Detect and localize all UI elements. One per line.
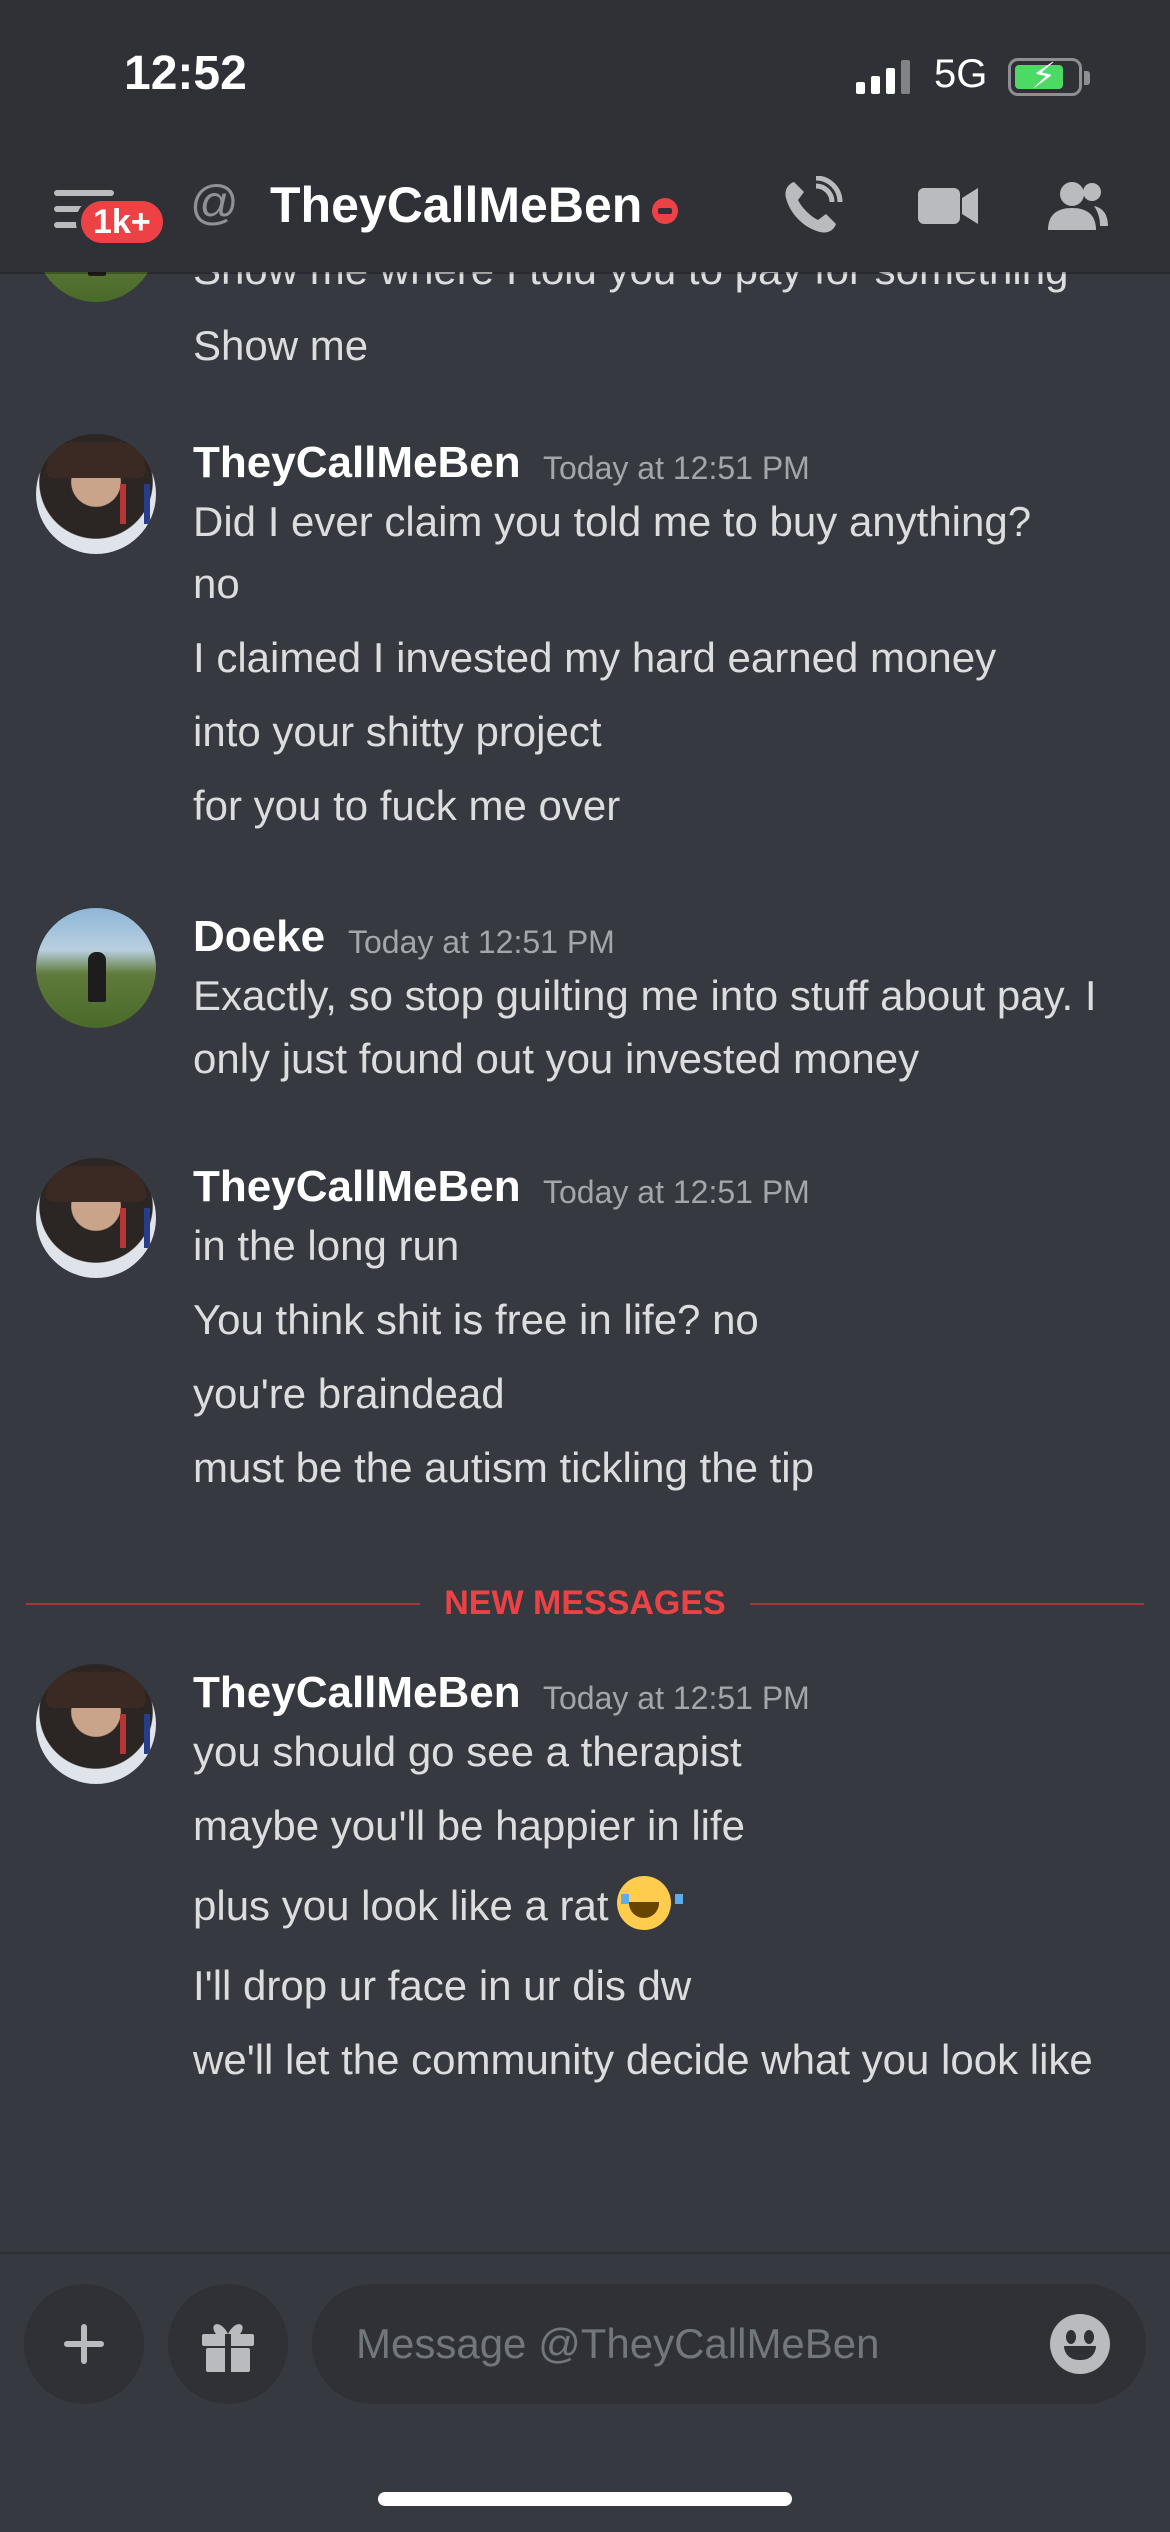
avatar[interactable] (36, 908, 156, 1028)
message-author[interactable]: Doeke (193, 912, 325, 962)
message-text: I claimed I invested my hard earned mone… (193, 634, 997, 681)
message-text: into your shitty project (193, 708, 602, 755)
message-author[interactable]: TheyCallMeBen (193, 1668, 521, 1718)
avatar[interactable] (36, 1664, 156, 1784)
message-text: for you to fuck me over (193, 782, 621, 829)
at-icon: @ (190, 177, 239, 230)
new-messages-divider: NEW MESSAGES (26, 1584, 1144, 1624)
message-composer: Message @TheyCallMeBen (0, 2252, 1170, 2532)
message-input[interactable]: Message @TheyCallMeBen (312, 2284, 1146, 2404)
gift-button[interactable] (168, 2284, 288, 2404)
message-text: plus you look like a rat (193, 1874, 683, 1937)
top-bar: 12:52 5G ⚡ 1k+ @ TheyCallMeBen (0, 0, 1170, 272)
avatar[interactable] (36, 272, 156, 302)
message-author[interactable]: TheyCallMeBen (193, 438, 521, 488)
channel-title: TheyCallMeBen (270, 177, 643, 233)
status-time: 12:52 (124, 47, 247, 100)
new-messages-label: NEW MESSAGES (420, 1584, 750, 1622)
laughing-emoji-icon (616, 1876, 683, 1930)
message-list[interactable]: Show me where I told you to pay for some… (0, 272, 1170, 2252)
message-text: Show me (193, 322, 369, 369)
do-not-disturb-status-icon (652, 198, 678, 224)
call-icon[interactable] (780, 175, 844, 236)
avatar[interactable] (36, 434, 156, 554)
message-text: maybe you'll be happier in life (193, 1802, 746, 1849)
message-author[interactable]: TheyCallMeBen (193, 1162, 521, 1212)
message-text: in the long run (193, 1222, 460, 1269)
attach-plus-button[interactable] (24, 2284, 144, 2404)
message-text: we'll let the community decide what you … (193, 2036, 1093, 2083)
notification-badge: 1k+ (76, 196, 168, 248)
message-text: You think shit is free in life? no (193, 1296, 759, 1343)
message-timestamp: Today at 12:51 PM (543, 1680, 810, 1716)
message-timestamp: Today at 12:51 PM (348, 924, 615, 960)
message-text: you should go see a therapist (193, 1728, 742, 1775)
avatar[interactable] (36, 1158, 156, 1278)
message-text: you're braindead (193, 1370, 505, 1417)
message-text: must be the autism tickling the tip (193, 1444, 814, 1491)
message-text-content: plus you look like a rat (193, 1882, 609, 1929)
member-list-icon[interactable] (1046, 176, 1110, 236)
message-text: no (193, 560, 240, 607)
message-text: Exactly, so stop guilting me into stuff … (193, 972, 1097, 1082)
message-timestamp: Today at 12:51 PM (543, 450, 810, 486)
message-text: I'll drop ur face in ur dis dw (193, 1962, 692, 2009)
gift-icon (202, 2324, 254, 2372)
video-call-icon[interactable] (916, 176, 980, 236)
emoji-picker-icon[interactable] (1050, 2314, 1110, 2374)
message-text: Show me where I told you to pay for some… (193, 272, 1068, 301)
plus-icon (64, 2324, 104, 2364)
network-type: 5G (934, 52, 988, 96)
battery-icon: ⚡ (1008, 55, 1090, 96)
message-text: Did I ever claim you told me to buy anyt… (193, 498, 1032, 545)
cellular-signal-icon (856, 60, 910, 94)
message-timestamp: Today at 12:51 PM (543, 1174, 810, 1210)
home-indicator[interactable] (378, 2492, 792, 2506)
